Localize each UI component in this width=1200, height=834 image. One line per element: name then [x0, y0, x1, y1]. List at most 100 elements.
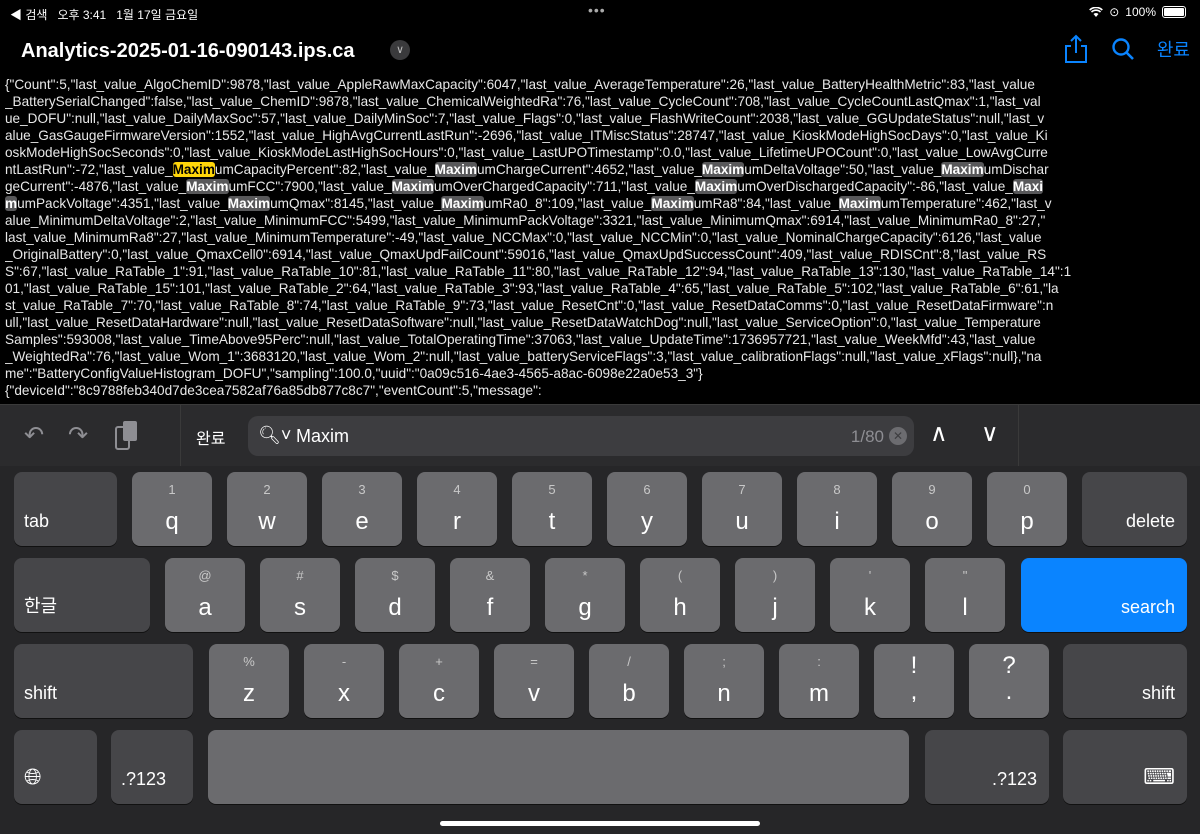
key-f[interactable]: & f — [450, 558, 530, 632]
key-p[interactable]: 0p — [987, 472, 1067, 546]
tab-key[interactable]: tab — [14, 472, 117, 546]
key-char: a — [198, 594, 212, 621]
search-icon[interactable] — [1111, 37, 1135, 61]
key-r[interactable]: 4r — [417, 472, 497, 546]
shift-key-right[interactable]: shift — [1063, 644, 1187, 718]
key-,[interactable]: !, — [874, 644, 954, 718]
key-e[interactable]: 3e — [322, 472, 402, 546]
clear-icon[interactable]: ✕ — [889, 427, 907, 445]
search-key[interactable]: search — [1021, 558, 1187, 632]
key-v[interactable]: = v — [494, 644, 574, 718]
key-alt-char: 7 — [738, 482, 746, 497]
text-line: {"Count":5,"last_value_AlgoChemID":9878,… — [5, 76, 1200, 93]
globe-icon: 🌐︎ — [24, 764, 42, 789]
wifi-icon — [1089, 6, 1104, 17]
home-indicator[interactable] — [440, 821, 760, 826]
text-segment: umChargeCurrent":4652,"last_value_ — [476, 162, 702, 177]
shift-key-left[interactable]: shift — [14, 644, 193, 718]
redo-icon[interactable]: ↷ — [68, 421, 88, 450]
hide-keyboard-key[interactable]: ⌨︎ — [1063, 730, 1187, 804]
key-char: , — [910, 678, 918, 705]
key-c[interactable]: + c — [399, 644, 479, 718]
key-n[interactable]: ; n — [684, 644, 764, 718]
key-alt-char: - — [341, 654, 347, 669]
numbers-key-right[interactable]: .?123 — [925, 730, 1049, 804]
divider — [180, 405, 181, 467]
key-i[interactable]: 8i — [797, 472, 877, 546]
key-alt-char: 1 — [168, 482, 176, 497]
key-char: r — [453, 508, 461, 535]
key-h[interactable]: (h — [640, 558, 720, 632]
key-l[interactable]: " l — [925, 558, 1005, 632]
key-z[interactable]: % z — [209, 644, 289, 718]
key-g[interactable]: * g — [545, 558, 625, 632]
key-alt-char: 8 — [833, 482, 841, 497]
key-alt-char: # — [296, 568, 304, 583]
share-icon[interactable] — [1063, 34, 1089, 64]
text-segment: _OriginalBattery":0,"last_value_QmaxCell… — [5, 247, 1047, 262]
text-segment: umRa0_8":109,"last_value_ — [483, 196, 652, 211]
key-d[interactable]: $ d — [355, 558, 435, 632]
text-segment: umPackVoltage":4351,"last_value_ — [17, 196, 228, 211]
match-count: 1/80 — [850, 427, 884, 446]
text-line: {"deviceId":"8c9788feb340d7de3cea7582af7… — [5, 382, 1200, 399]
key-alt-char: * — [582, 568, 588, 583]
text-line: 01,"last_value_RaTable_15":101,"last_val… — [5, 280, 1200, 297]
find-input[interactable] — [296, 422, 796, 450]
text-segment: umFCC":7900,"last_value_ — [228, 179, 392, 194]
text-segment: umDischar — [983, 162, 1049, 177]
back-to-search-link[interactable]: ◀ 검색 — [10, 8, 47, 22]
key-char: i — [834, 508, 840, 535]
key-alt-char: 0 — [1023, 482, 1031, 497]
previous-match-button[interactable]: ∧ — [930, 419, 948, 448]
key-q[interactable]: 1q — [132, 472, 212, 546]
key-char: . — [1005, 678, 1013, 705]
key-alt-char: @ — [198, 568, 212, 583]
key-alt-char: 6 — [643, 482, 651, 497]
find-done-button[interactable]: 완료 — [196, 425, 225, 449]
document-title[interactable]: Analytics-2025-01-16-090143.ips.ca — [21, 40, 355, 63]
text-segment: alue_MinimumDeltaVoltage":2,"last_value_… — [5, 213, 1046, 228]
find-field[interactable]: 🔍︎˅ 1/80 ✕ — [248, 416, 914, 456]
text-segment: S":67,"last_value_RaTable_1":91,"last_va… — [5, 264, 1072, 279]
language-key[interactable]: 한글 — [14, 558, 150, 632]
key-a[interactable]: @ a — [165, 558, 245, 632]
key-x[interactable]: -x — [304, 644, 384, 718]
text-segment: ull,"last_value_ResetDataHardware":null,… — [5, 315, 1041, 330]
key-char: w — [258, 508, 276, 535]
search-options-icon[interactable]: 🔍︎˅ — [258, 425, 291, 446]
delete-key[interactable]: delete — [1082, 472, 1187, 546]
key-alt-char: = — [530, 654, 538, 669]
key-u[interactable]: 7u — [702, 472, 782, 546]
key-alt-char: 4 — [453, 482, 461, 497]
globe-key[interactable]: 🌐︎ — [14, 730, 97, 804]
key-m[interactable]: :m — [779, 644, 859, 718]
key-y[interactable]: 6y — [607, 472, 687, 546]
key-b[interactable]: / b — [589, 644, 669, 718]
done-button[interactable]: 완료 — [1157, 36, 1190, 62]
key-j[interactable]: ) j — [735, 558, 815, 632]
chevron-down-icon[interactable]: ∨ — [390, 40, 410, 60]
key-o[interactable]: 9o — [892, 472, 972, 546]
space-key[interactable] — [208, 730, 909, 804]
clipboard-icon[interactable] — [114, 419, 140, 451]
key-w[interactable]: 2w — [227, 472, 307, 546]
multitasking-dots-icon[interactable]: ••• — [588, 2, 606, 18]
text-line: mumPackVoltage":4351,"last_value_Maximum… — [5, 195, 1200, 212]
key-s[interactable]: # s — [260, 558, 340, 632]
key-.[interactable]: ?. — [969, 644, 1049, 718]
next-match-button[interactable]: ∨ — [981, 419, 999, 448]
key-char: d — [388, 594, 402, 621]
match-highlight: Maxim — [186, 179, 229, 194]
key-alt-char: $ — [391, 568, 399, 583]
text-segment: me":"BatteryConfigValueHistogram_DOFU","… — [5, 366, 703, 381]
key-t[interactable]: 5t — [512, 472, 592, 546]
match-highlight: Maxim — [651, 196, 694, 211]
numbers-key-left[interactable]: .?123 — [111, 730, 193, 804]
date: 1월 17일 금요일 — [116, 8, 199, 22]
undo-icon[interactable]: ↶ — [24, 421, 44, 450]
text-segment: 01,"last_value_RaTable_15":101,"last_val… — [5, 281, 1059, 296]
text-line: geCurrent":-4876,"last_value_MaximumFCC"… — [5, 178, 1200, 195]
key-alt-char: 9 — [928, 482, 936, 497]
key-k[interactable]: ' k — [830, 558, 910, 632]
